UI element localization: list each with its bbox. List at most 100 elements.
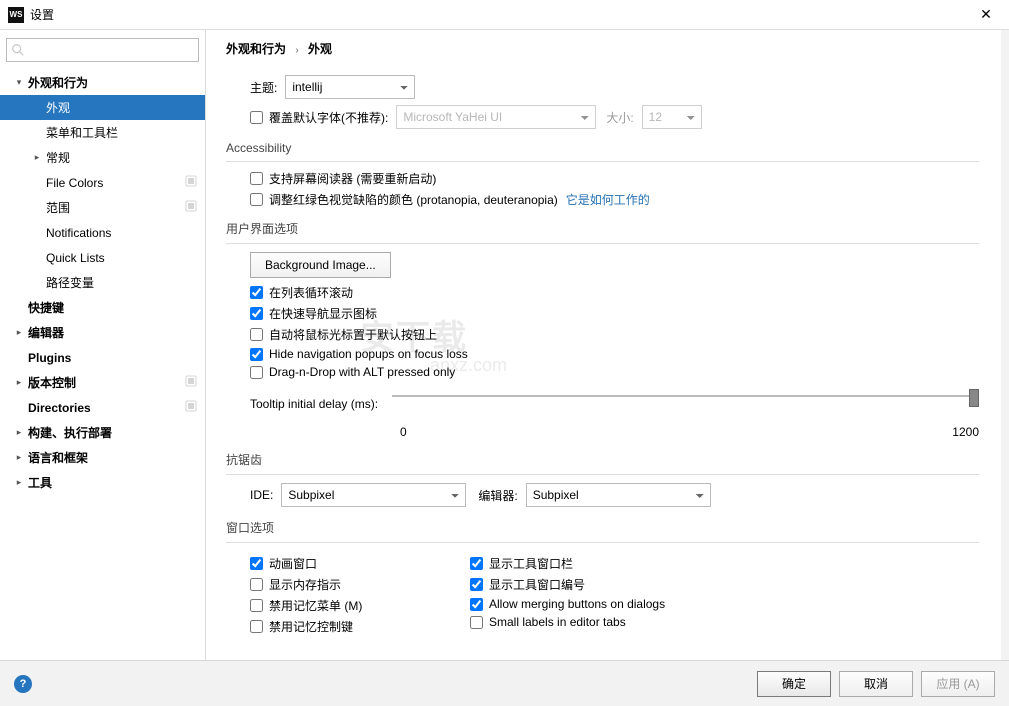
override-font-checkbox[interactable]	[250, 111, 263, 124]
tree-item-14[interactable]: ▸构建、执行部署	[0, 420, 205, 445]
editor-aa-label: 编辑器:	[478, 487, 517, 504]
chevron-down-icon: ▾	[12, 77, 26, 88]
project-scope-icon	[181, 375, 197, 390]
tree-item-label: 外观	[44, 99, 189, 116]
animate-windows-checkbox[interactable]	[250, 557, 263, 570]
disable-mnemonic-menu-label: 禁用记忆菜单 (M)	[269, 597, 362, 614]
theme-select[interactable]: intellij	[285, 75, 415, 99]
screen-reader-label: 支持屏幕阅读器 (需要重新启动)	[269, 170, 436, 187]
chevron-right-icon: ▸	[12, 452, 26, 463]
tree-item-12[interactable]: ▸版本控制	[0, 370, 205, 395]
hide-popups-checkbox[interactable]	[250, 348, 263, 361]
chevron-right-icon: ▸	[30, 152, 44, 163]
titlebar: WS 设置 ✕	[0, 0, 1009, 30]
disable-mnemonic-menu-checkbox[interactable]	[250, 599, 263, 612]
ok-button[interactable]: 确定	[757, 671, 831, 697]
apply-button[interactable]: 应用 (A)	[921, 671, 995, 697]
settings-tree[interactable]: ▾外观和行为外观菜单和工具栏▸常规File Colors范围Notificati…	[0, 66, 205, 661]
color-deficiency-checkbox[interactable]	[250, 193, 263, 206]
override-font-label: 覆盖默认字体(不推荐):	[269, 109, 388, 126]
breadcrumb: 外观和行为 › 外观	[226, 40, 989, 69]
window-title: 设置	[30, 6, 971, 23]
background-image-button[interactable]: Background Image...	[250, 252, 391, 278]
tree-item-7[interactable]: Quick Lists	[0, 245, 205, 270]
tree-item-0[interactable]: ▾外观和行为	[0, 70, 205, 95]
size-label: 大小:	[606, 109, 633, 126]
chevron-right-icon: ▸	[12, 377, 26, 388]
quick-nav-icons-checkbox[interactable]	[250, 307, 263, 320]
tooltip-delay-slider[interactable]	[392, 389, 979, 419]
tree-item-13[interactable]: Directories	[0, 395, 205, 420]
tree-item-16[interactable]: ▸工具	[0, 470, 205, 495]
disable-mnemonic-ctrl-label: 禁用记忆控制键	[269, 618, 353, 635]
tree-item-6[interactable]: Notifications	[0, 220, 205, 245]
show-numbers-checkbox[interactable]	[470, 578, 483, 591]
tree-item-label: Quick Lists	[44, 251, 189, 265]
font-select[interactable]: Microsoft YaHei UI	[396, 105, 596, 129]
disable-mnemonic-ctrl-checkbox[interactable]	[250, 620, 263, 633]
tree-item-9[interactable]: 快捷键	[0, 295, 205, 320]
tree-item-label: Plugins	[26, 351, 189, 365]
tree-item-4[interactable]: File Colors	[0, 170, 205, 195]
help-icon[interactable]: ?	[14, 675, 32, 693]
antialias-title: 抗锯齿	[226, 451, 979, 472]
theme-label: 主题:	[250, 79, 277, 96]
tree-item-label: Directories	[26, 401, 173, 415]
scrollbar[interactable]	[1001, 30, 1009, 660]
show-toolbars-checkbox[interactable]	[470, 557, 483, 570]
merge-buttons-label: Allow merging buttons on dialogs	[489, 597, 665, 611]
breadcrumb-leaf: 外观	[308, 42, 332, 56]
tree-item-5[interactable]: 范围	[0, 195, 205, 220]
tree-item-11[interactable]: Plugins	[0, 345, 205, 370]
chevron-right-icon: ▸	[12, 327, 26, 338]
settings-content: 主题: intellij 覆盖默认字体(不推荐): Microsoft YaHe…	[226, 69, 989, 649]
close-icon[interactable]: ✕	[971, 0, 1001, 30]
chevron-right-icon: ▸	[12, 427, 26, 438]
tree-item-label: 路径变量	[44, 274, 189, 291]
ide-aa-select[interactable]: Subpixel	[281, 483, 466, 507]
window-options-title: 窗口选项	[226, 519, 979, 540]
main-panel: 外观和行为 › 外观 主题: intellij 覆盖默认字体(不推荐): Mic…	[206, 30, 1009, 660]
slider-min: 0	[400, 425, 407, 439]
search-icon	[11, 43, 25, 57]
mouse-default-checkbox[interactable]	[250, 328, 263, 341]
mouse-default-label: 自动将鼠标光标置于默认按钮上	[269, 326, 437, 343]
tree-item-2[interactable]: 菜单和工具栏	[0, 120, 205, 145]
hide-popups-label: Hide navigation popups on focus loss	[269, 347, 468, 361]
tree-item-label: 语言和框架	[26, 449, 189, 466]
ui-options-title: 用户界面选项	[226, 220, 979, 241]
accessibility-title: Accessibility	[226, 141, 979, 159]
how-it-works-link[interactable]: 它是如何工作的	[566, 191, 650, 208]
project-scope-icon	[181, 400, 197, 415]
font-size-select[interactable]: 12	[642, 105, 702, 129]
tree-item-10[interactable]: ▸编辑器	[0, 320, 205, 345]
tree-item-label: File Colors	[44, 176, 173, 190]
tree-item-label: 构建、执行部署	[26, 424, 189, 441]
show-toolbars-label: 显示工具窗口栏	[489, 555, 573, 572]
sidebar: ▾外观和行为外观菜单和工具栏▸常规File Colors范围Notificati…	[0, 30, 206, 660]
tooltip-delay-label: Tooltip initial delay (ms):	[250, 397, 378, 411]
tree-item-8[interactable]: 路径变量	[0, 270, 205, 295]
animate-windows-label: 动画窗口	[269, 555, 317, 572]
screen-reader-checkbox[interactable]	[250, 172, 263, 185]
tree-item-3[interactable]: ▸常规	[0, 145, 205, 170]
tree-item-label: 编辑器	[26, 324, 189, 341]
small-labels-checkbox[interactable]	[470, 616, 483, 629]
tree-item-1[interactable]: 外观	[0, 95, 205, 120]
cancel-button[interactable]: 取消	[839, 671, 913, 697]
cyclic-scroll-checkbox[interactable]	[250, 286, 263, 299]
dnd-alt-checkbox[interactable]	[250, 366, 263, 379]
dnd-alt-label: Drag-n-Drop with ALT pressed only	[269, 365, 455, 379]
tree-item-15[interactable]: ▸语言和框架	[0, 445, 205, 470]
tree-item-label: 常规	[44, 149, 189, 166]
editor-aa-select[interactable]: Subpixel	[526, 483, 711, 507]
project-scope-icon	[181, 200, 197, 215]
chevron-right-icon: ›	[295, 45, 298, 56]
small-labels-label: Small labels in editor tabs	[489, 615, 626, 629]
memory-indicator-checkbox[interactable]	[250, 578, 263, 591]
breadcrumb-root: 外观和行为	[226, 42, 286, 56]
body: ▾外观和行为外观菜单和工具栏▸常规File Colors范围Notificati…	[0, 30, 1009, 660]
merge-buttons-checkbox[interactable]	[470, 598, 483, 611]
cyclic-scroll-label: 在列表循环滚动	[269, 284, 353, 301]
search-input[interactable]	[6, 38, 199, 62]
